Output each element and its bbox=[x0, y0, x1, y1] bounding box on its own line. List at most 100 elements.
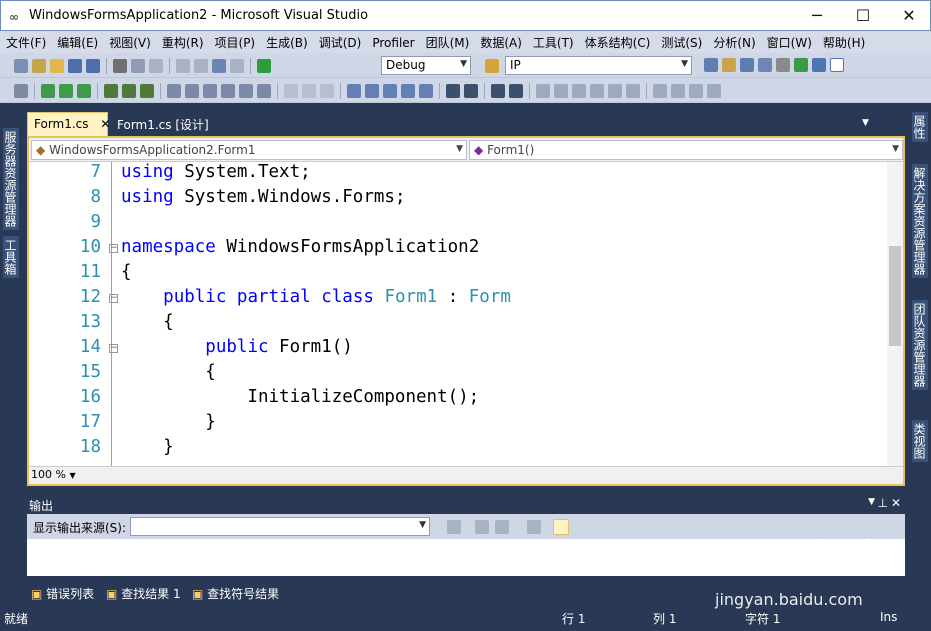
more-windows-icon[interactable] bbox=[830, 58, 844, 72]
next-message-icon[interactable] bbox=[495, 520, 509, 534]
code-line[interactable]: 17 } bbox=[29, 412, 887, 437]
zoom-select[interactable]: 100 % ▼ bbox=[31, 468, 76, 481]
window-position-icon[interactable]: ▼ bbox=[868, 497, 875, 507]
make-same-height-icon[interactable] bbox=[185, 84, 199, 98]
menu-item[interactable]: 数据(A) bbox=[474, 31, 527, 53]
add-item-icon[interactable] bbox=[32, 59, 46, 73]
make-same-size-icon[interactable] bbox=[203, 84, 217, 98]
server-explorer-tab[interactable]: 服务器资源管理器 bbox=[3, 128, 19, 230]
prev-bookmark-folder-icon[interactable] bbox=[590, 84, 604, 98]
team-explorer-tab[interactable]: 团队资源管理器 bbox=[912, 300, 928, 390]
close-window-button[interactable]: ✕ bbox=[886, 1, 931, 31]
spacing-icon[interactable] bbox=[239, 84, 253, 98]
menu-item[interactable]: 调试(D) bbox=[313, 31, 367, 53]
pan-hand-icon[interactable] bbox=[689, 84, 703, 98]
redo-icon[interactable] bbox=[194, 59, 208, 73]
class-view-tab[interactable]: 类视图 bbox=[912, 420, 928, 462]
align-bottom-icon[interactable] bbox=[140, 84, 154, 98]
menu-item[interactable]: 窗口(W) bbox=[761, 31, 817, 53]
toolbox-tab[interactable]: 工具箱 bbox=[3, 236, 19, 278]
scrollbar-thumb[interactable] bbox=[889, 246, 901, 346]
zoom-out-icon[interactable] bbox=[671, 84, 685, 98]
code-line[interactable]: 7 using System.Text; bbox=[29, 162, 887, 187]
lock-controls-icon[interactable] bbox=[383, 84, 397, 98]
menu-item[interactable]: 体系结构(C) bbox=[579, 31, 656, 53]
maximize-button[interactable]: ☐ bbox=[840, 1, 886, 31]
code-line[interactable]: 12− public partial class Form1 : Form bbox=[29, 287, 887, 312]
menu-item[interactable]: Profiler bbox=[366, 33, 419, 55]
cut-icon[interactable] bbox=[113, 59, 127, 73]
menu-item[interactable]: 测试(S) bbox=[655, 31, 707, 53]
save-all-icon[interactable] bbox=[86, 59, 100, 73]
indent-icon[interactable] bbox=[446, 84, 460, 98]
align-left-icon[interactable] bbox=[41, 84, 55, 98]
code-line[interactable]: 15 { bbox=[29, 362, 887, 387]
tab-order-icon[interactable] bbox=[419, 84, 433, 98]
undo-icon[interactable] bbox=[176, 59, 190, 73]
navigate-icon[interactable] bbox=[212, 59, 226, 73]
solution-explorer-icon[interactable] bbox=[704, 58, 718, 72]
make-same-width-icon[interactable] bbox=[167, 84, 181, 98]
align-center-icon[interactable] bbox=[59, 84, 73, 98]
toolbox-icon[interactable] bbox=[758, 58, 772, 72]
start-debug-icon[interactable] bbox=[257, 59, 271, 73]
outdent-icon[interactable] bbox=[464, 84, 478, 98]
text-format-icon[interactable] bbox=[401, 84, 415, 98]
command-window-icon[interactable] bbox=[812, 58, 826, 72]
align-middle-icon[interactable] bbox=[122, 84, 136, 98]
collapse-icon[interactable]: − bbox=[109, 294, 118, 303]
properties-icon[interactable] bbox=[722, 58, 736, 72]
solution-config-select[interactable]: Debug ▼ bbox=[381, 56, 471, 75]
bookmark-icon[interactable] bbox=[536, 84, 550, 98]
pin-icon[interactable]: ⊥ bbox=[878, 496, 888, 510]
menu-item[interactable]: 文件(F) bbox=[0, 31, 51, 53]
open-file-icon[interactable] bbox=[50, 59, 64, 73]
close-tab-icon[interactable]: ✕ bbox=[100, 117, 110, 131]
copy-icon[interactable] bbox=[131, 59, 145, 73]
menu-item[interactable]: 团队(M) bbox=[420, 31, 475, 53]
tab-error-list[interactable]: ▣ 错误列表 bbox=[29, 582, 96, 604]
v-spacing-icon[interactable] bbox=[284, 84, 298, 98]
tab-form1-cs[interactable]: Form1.cs ✕ bbox=[27, 112, 110, 136]
bring-front-icon[interactable] bbox=[347, 84, 361, 98]
collapse-icon[interactable]: − bbox=[109, 344, 118, 353]
menu-item[interactable]: 工具(T) bbox=[527, 31, 579, 53]
align-grid-icon[interactable] bbox=[14, 84, 28, 98]
h-spacing-icon[interactable] bbox=[257, 84, 271, 98]
prev-message-icon[interactable] bbox=[475, 520, 489, 534]
menu-item[interactable]: 生成(B) bbox=[260, 31, 313, 53]
code-line[interactable]: 18 } bbox=[29, 437, 887, 462]
code-line[interactable]: 13 { bbox=[29, 312, 887, 337]
output-source-select[interactable]: ▼ bbox=[130, 517, 430, 536]
uncomment-icon[interactable] bbox=[509, 84, 523, 98]
collapse-icon[interactable]: − bbox=[109, 244, 118, 253]
tab-find-results-1[interactable]: ▣ 查找结果 1 bbox=[104, 582, 183, 604]
paste-icon[interactable] bbox=[149, 59, 163, 73]
send-back-icon[interactable] bbox=[365, 84, 379, 98]
menu-item[interactable]: 视图(V) bbox=[103, 31, 156, 53]
goto-line-icon[interactable] bbox=[447, 520, 461, 534]
menu-item[interactable]: 重构(R) bbox=[156, 31, 209, 53]
code-line[interactable]: 8 using System.Windows.Forms; bbox=[29, 187, 887, 212]
center-h-icon[interactable] bbox=[302, 84, 316, 98]
code-line[interactable]: 11 { bbox=[29, 262, 887, 287]
prev-bookmark-icon[interactable] bbox=[554, 84, 568, 98]
vertical-scrollbar[interactable] bbox=[887, 162, 903, 466]
menu-item[interactable]: 帮助(H) bbox=[817, 31, 870, 53]
object-browser-icon[interactable] bbox=[740, 58, 754, 72]
next-bookmark-folder-icon[interactable] bbox=[608, 84, 622, 98]
menu-item[interactable]: 项目(P) bbox=[209, 31, 261, 53]
menu-item[interactable]: 编辑(E) bbox=[51, 31, 103, 53]
code-line[interactable]: 16 InitializeComponent(); bbox=[29, 387, 887, 412]
center-v-icon[interactable] bbox=[320, 84, 334, 98]
tab-find-symbol-results[interactable]: ▣ 查找符号结果 bbox=[190, 582, 281, 604]
code-line[interactable]: 14− public Form1() bbox=[29, 337, 887, 362]
comment-icon[interactable] bbox=[491, 84, 505, 98]
code-line[interactable]: 10− namespace WindowsFormsApplication2 bbox=[29, 237, 887, 262]
member-dropdown[interactable]: ◆ Form1() ▼ bbox=[469, 140, 903, 160]
extension-manager-icon[interactable] bbox=[776, 58, 790, 72]
size-to-grid-icon[interactable] bbox=[221, 84, 235, 98]
new-project-icon[interactable] bbox=[14, 59, 28, 73]
zoom-in-icon[interactable] bbox=[653, 84, 667, 98]
find-combo[interactable]: IP ▼ bbox=[505, 56, 692, 75]
